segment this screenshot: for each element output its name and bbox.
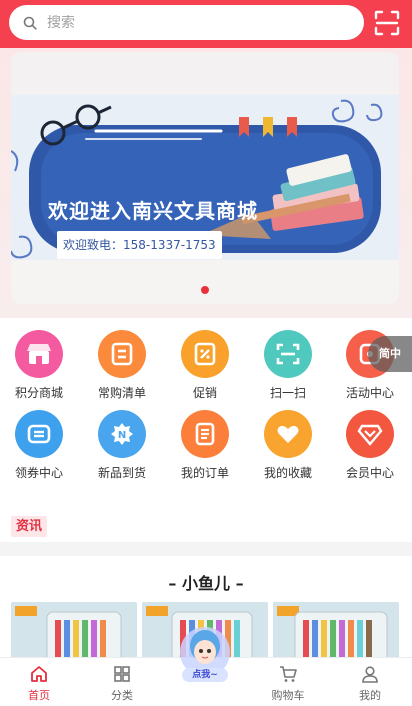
grid-label: 积分商城	[14, 386, 63, 400]
tab-label: 首页	[28, 689, 50, 702]
coupon-icon	[15, 410, 63, 458]
grid-item-new-arrivals[interactable]: N 新品到货	[86, 410, 158, 481]
assistant-label[interactable]: 点我~	[182, 668, 228, 682]
page: 欢迎进入南兴文具商城 欢迎致电：158-1337-1753 积分商城 常购清单 …	[0, 0, 412, 706]
grid-label: 我的订单	[180, 466, 229, 480]
banner-phone: 欢迎致电：158-1337-1753	[57, 231, 222, 259]
grid-item-my-favorites[interactable]: 我的收藏	[252, 410, 324, 481]
search-icon	[23, 16, 37, 30]
grid-item-scan[interactable]: 扫一扫	[252, 330, 324, 401]
product-card[interactable]	[11, 602, 137, 662]
tab-home[interactable]: 首页	[9, 664, 69, 703]
search-input[interactable]	[47, 14, 327, 31]
grid-label: 促销	[192, 386, 217, 400]
tab-label: 分类	[111, 689, 133, 702]
grid-label: 新品到货	[97, 466, 146, 480]
svg-text:N: N	[118, 430, 126, 441]
tab-mine[interactable]: 我的	[340, 664, 400, 703]
member-icon	[346, 410, 394, 458]
new-icon: N	[98, 410, 146, 458]
grid-item-frequent-list[interactable]: 常购清单	[86, 330, 158, 401]
scan-icon[interactable]	[374, 10, 400, 36]
carousel-indicator-dot[interactable]	[201, 286, 209, 294]
grid-label: 扫一扫	[269, 386, 306, 400]
tab-label: 购物车	[271, 689, 305, 702]
product-image	[11, 602, 137, 662]
grid-item-coupon-center[interactable]: 领券中心	[3, 410, 75, 481]
category-icon	[114, 666, 130, 682]
order-icon	[181, 410, 229, 458]
cart-icon	[280, 666, 297, 682]
grid-item-member-center[interactable]: 会员中心	[334, 410, 406, 481]
news-section	[0, 500, 412, 542]
grid-label: 领券中心	[14, 466, 63, 480]
product-card[interactable]	[273, 602, 399, 662]
home-icon	[31, 666, 47, 682]
tab-label: 我的	[359, 689, 381, 702]
discount-icon	[181, 330, 229, 378]
banner-carousel[interactable]: 欢迎进入南兴文具商城 欢迎致电：158-1337-1753	[11, 52, 399, 304]
banner-image[interactable]: 欢迎进入南兴文具商城 欢迎致电：158-1337-1753	[11, 95, 399, 260]
grid-label: 活动中心	[345, 386, 394, 400]
news-tag[interactable]: 资讯	[11, 516, 48, 537]
product-image	[273, 602, 399, 662]
cart-list-icon	[98, 330, 146, 378]
language-toggle-badge[interactable]: 简中	[368, 336, 412, 372]
search-box[interactable]	[9, 5, 364, 40]
grid-item-my-orders[interactable]: 我的订单	[169, 410, 241, 481]
grid-label: 常购清单	[97, 386, 146, 400]
grid-label: 会员中心	[345, 466, 394, 480]
grid-item-points-mall[interactable]: 积分商城	[3, 330, 75, 401]
scan-icon	[264, 330, 312, 378]
header-bar	[0, 0, 412, 48]
tab-category[interactable]: 分类	[92, 664, 152, 703]
tab-cart[interactable]: 购物车	[258, 664, 318, 703]
section-title: – 小鱼儿 –	[168, 574, 244, 593]
banner-title: 欢迎进入南兴文具商城	[48, 199, 258, 223]
grid-item-promotion[interactable]: 促销	[169, 330, 241, 401]
favorite-icon	[264, 410, 312, 458]
grid-label: 我的收藏	[263, 466, 312, 480]
shop-icon	[15, 330, 63, 378]
user-icon	[362, 666, 378, 683]
